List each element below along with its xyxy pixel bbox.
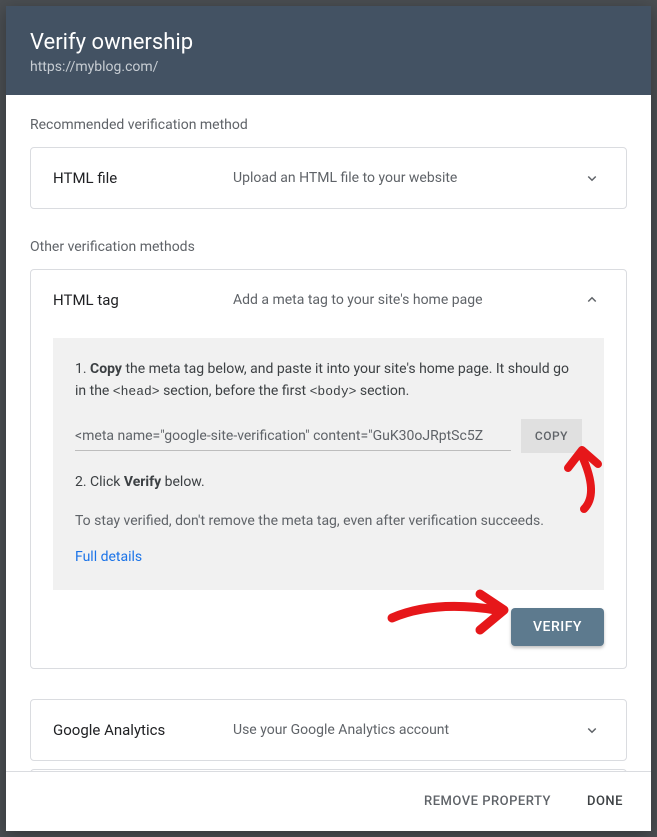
analytics-desc: Use your Google Analytics account bbox=[233, 722, 580, 738]
dialog-subtitle: https://myblog.com/ bbox=[30, 59, 627, 75]
analytics-title: Google Analytics bbox=[53, 721, 233, 739]
chevron-down-icon bbox=[580, 166, 604, 190]
html-file-row[interactable]: HTML file Upload an HTML file to your we… bbox=[31, 148, 626, 208]
remove-property-button[interactable]: REMOVE PROPERTY bbox=[420, 786, 555, 817]
html-tag-expanded: 1. Copy the meta tag below, and paste it… bbox=[53, 338, 604, 590]
dialog-header: Verify ownership https://myblog.com/ bbox=[6, 6, 651, 95]
other-methods-stack: Google Analytics Use your Google Analyti… bbox=[30, 699, 627, 771]
meta-tag-row: COPY bbox=[75, 419, 582, 453]
verify-button[interactable]: VERIFY bbox=[511, 608, 604, 646]
html-tag-title: HTML tag bbox=[53, 291, 233, 309]
other-methods-label: Other verification methods bbox=[30, 239, 627, 255]
chevron-down-icon bbox=[580, 718, 604, 742]
verify-ownership-dialog: Verify ownership https://myblog.com/ Rec… bbox=[6, 6, 651, 831]
html-file-card: HTML file Upload an HTML file to your we… bbox=[30, 147, 627, 209]
step-2: 2. Click Verify below. bbox=[75, 471, 582, 493]
meta-tag-input[interactable] bbox=[75, 422, 511, 451]
analytics-card: Google Analytics Use your Google Analyti… bbox=[30, 699, 627, 761]
dialog-footer: REMOVE PROPERTY DONE bbox=[6, 771, 651, 831]
analytics-row[interactable]: Google Analytics Use your Google Analyti… bbox=[31, 700, 626, 760]
chevron-up-icon bbox=[580, 288, 604, 312]
html-tag-row[interactable]: HTML tag Add a meta tag to your site's h… bbox=[31, 270, 626, 330]
step-1: 1. Copy the meta tag below, and paste it… bbox=[75, 358, 582, 403]
verify-row: VERIFY bbox=[31, 590, 626, 668]
html-file-title: HTML file bbox=[53, 169, 233, 187]
html-tag-desc: Add a meta tag to your site's home page bbox=[233, 292, 580, 308]
html-tag-card: HTML tag Add a meta tag to your site's h… bbox=[30, 269, 627, 669]
html-file-desc: Upload an HTML file to your website bbox=[233, 170, 580, 186]
dialog-body[interactable]: Recommended verification method HTML fil… bbox=[6, 95, 651, 771]
dialog-title: Verify ownership bbox=[30, 30, 627, 55]
copy-button[interactable]: COPY bbox=[521, 419, 582, 453]
recommended-label: Recommended verification method bbox=[30, 117, 627, 133]
full-details-link[interactable]: Full details bbox=[75, 546, 142, 568]
verification-note: To stay verified, don't remove the meta … bbox=[75, 510, 582, 532]
done-button[interactable]: DONE bbox=[583, 786, 627, 817]
